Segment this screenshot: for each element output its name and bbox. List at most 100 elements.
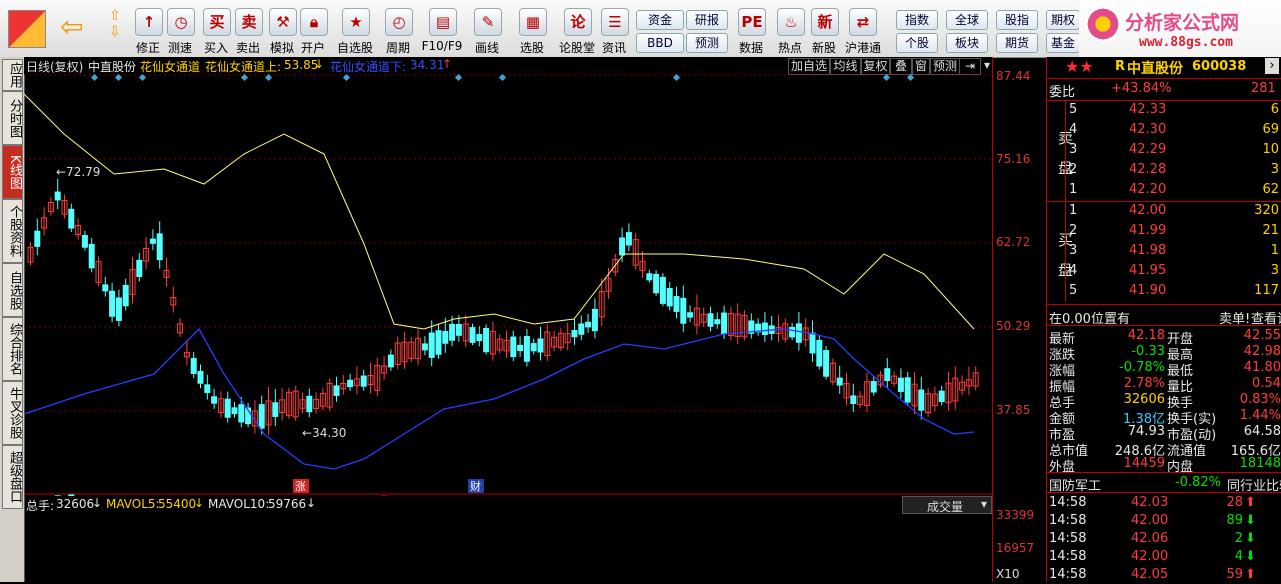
collapse-panel-icon[interactable]: ⇥ [959,58,981,75]
toolbar-small-button[interactable]: 板块 [946,33,988,53]
chart-header-button[interactable]: 复权 [861,58,890,75]
signal-diamond-icon [907,74,914,81]
mavol5-value: 55400 [158,497,196,511]
candle-body [232,408,237,414]
tick-row: 14:58 42.00 4 ⬇ [1047,549,1281,566]
candle-body [817,340,822,366]
toolbar-small-button[interactable]: 基金 [1046,33,1080,53]
toolbar-label: 论股堂 [557,39,597,56]
toolbar-small-button[interactable]: 全球 [946,10,988,30]
toolbar-sell-button[interactable]: 卖 卖出 [233,4,263,54]
toolbar-hk-button[interactable]: ⇄ 沪港通 [845,4,879,54]
chart-header-button[interactable]: 叠 [890,58,912,75]
toolbar-small-button[interactable]: 个股 [896,33,938,53]
toolbar-screen-button[interactable]: ▦ 选股 [517,4,547,54]
toolbar-buy-button[interactable]: 买 买入 [201,4,231,54]
toolbar-lock-button[interactable]: 🔒︎ 开户 [298,4,328,54]
toolbar-small-button[interactable]: 期货 [996,33,1038,53]
chart-header-button[interactable]: 预测 [930,58,960,75]
toolbar-small-button[interactable]: 指数 [896,10,938,30]
toolbar-small-button[interactable]: 期权 [1046,10,1080,30]
toolbar-label: 模拟 [267,39,297,56]
bids-row[interactable]: 3 41.98 1 [1047,243,1281,260]
bids-level: 1 [1069,203,1077,218]
asks-level: 4 [1069,122,1077,137]
left-tab[interactable]: 综合排名 [2,317,23,381]
toolbar-small-button[interactable]: BBD [636,33,684,53]
kline-chart[interactable]: ←72.79←34.30涨财 [24,74,992,496]
candle-body [837,378,842,385]
toolbar-news-button[interactable]: ☰ 资讯 [599,4,629,54]
asks-row[interactable]: 1 42.20 62 [1047,182,1281,199]
pen-icon: ✎ [474,8,502,36]
toolbar-star-button[interactable]: ★ 自选股 [335,4,375,54]
up-arrow-icon[interactable]: ⇧ [109,8,127,24]
left-tab[interactable]: 应用 [2,59,23,91]
price-tick: 87.44 [996,69,1030,83]
toolbar-clock-button[interactable]: ◴ 周期 [383,4,413,54]
left-tab[interactable]: K线图 [2,145,23,199]
left-tab[interactable]: 分时图 [2,91,23,145]
bids-row[interactable]: 5 41.90 117 [1047,283,1281,300]
stat-value: 1.44% [1227,408,1281,423]
stat-value: 42.18 [1103,328,1165,343]
down-arrow-icon: ↓ [306,496,316,510]
tick-time: 14:58 [1049,549,1086,564]
toolbar-new-button[interactable]: 新 新股 [809,4,839,54]
toolbar-pen-button[interactable]: ✎ 画线 [472,4,502,54]
asks-price: 42.30 [1129,122,1166,137]
chevron-right-icon[interactable]: › [1265,58,1279,74]
back-arrow-icon[interactable]: ⇦ [60,12,90,42]
app-logo-icon[interactable] [8,10,46,48]
stat-value: 0.54 [1227,376,1281,391]
toolbar-f10-button[interactable]: ▤ F10/F9 [420,4,464,54]
asks-price: 42.29 [1129,142,1166,157]
candle-body [334,386,339,396]
upper-band-label: 花仙女通道上: [205,58,281,75]
stock-code: 600038 [1192,59,1246,74]
toolbar-speed-button[interactable]: ◷ 测速 [165,4,195,54]
left-tab[interactable]: 牛叉诊股 [2,381,23,445]
toolbar-talk-button[interactable]: 论 论股堂 [557,4,597,54]
candle-body [654,274,659,292]
event-label-cai: 财 [470,479,481,493]
tick-volume: 59 [1217,567,1243,582]
down-arrow-icon[interactable]: ⇩ [109,24,127,38]
bids-row[interactable]: 1 42.00 320 [1047,203,1281,220]
toolbar-small-button[interactable]: 研报 [686,10,728,30]
bids-row[interactable]: 4 41.95 3 [1047,263,1281,280]
asks-row[interactable]: 5 42.33 6 [1047,102,1281,119]
toolbar-small-button[interactable]: 资金 [636,10,684,30]
star-icon[interactable]: ★★ [1065,57,1094,76]
down-arrow-icon: ↓ [194,496,204,510]
candle-body [239,405,244,422]
mavol10-value: 59766 [268,497,306,511]
volume-indicator-select[interactable]: 成交量 ▾ [902,496,992,514]
toolbar-label: 买入 [201,39,231,56]
chart-header-button[interactable]: 均线 [830,58,861,75]
candle-body [456,325,461,336]
candle-body [212,397,217,403]
chart-header-button[interactable]: 窗 [912,58,930,75]
news-icon: ☰ [601,8,629,36]
toolbar-small-button[interactable]: 预测 [686,33,728,53]
left-tab[interactable]: 个股资料 [2,199,23,263]
asks-row[interactable]: 3 42.29 10 [1047,142,1281,159]
toolbar-up-arrow-button[interactable]: ↑ 修正 [133,4,163,54]
left-tab[interactable]: 超级盘口 [2,445,23,509]
toolbar-hammer-button[interactable]: ⚒ 模拟 [267,4,297,54]
asks-row[interactable]: 4 42.30 69 [1047,122,1281,139]
candle-body [851,396,856,404]
asks-row[interactable]: 2 42.28 3 [1047,162,1281,179]
left-tab[interactable]: 自选股 [2,263,23,317]
chart-header-button[interactable]: 加自选 [788,58,830,75]
logo-title: 分析家公式网 [1125,8,1239,35]
signal-diamond-icon [241,74,248,81]
bids-volume: 21 [1239,223,1279,238]
toolbar-fire-button[interactable]: ♨ 热点 [775,4,805,54]
toolbar-pe-button[interactable]: PE 数据 [736,4,766,54]
toolbar-small-button[interactable]: 股指 [996,10,1038,30]
flower-logo-icon [1085,6,1121,42]
volume-tick: 16957 [996,541,1034,555]
bids-row[interactable]: 2 41.99 21 [1047,223,1281,240]
